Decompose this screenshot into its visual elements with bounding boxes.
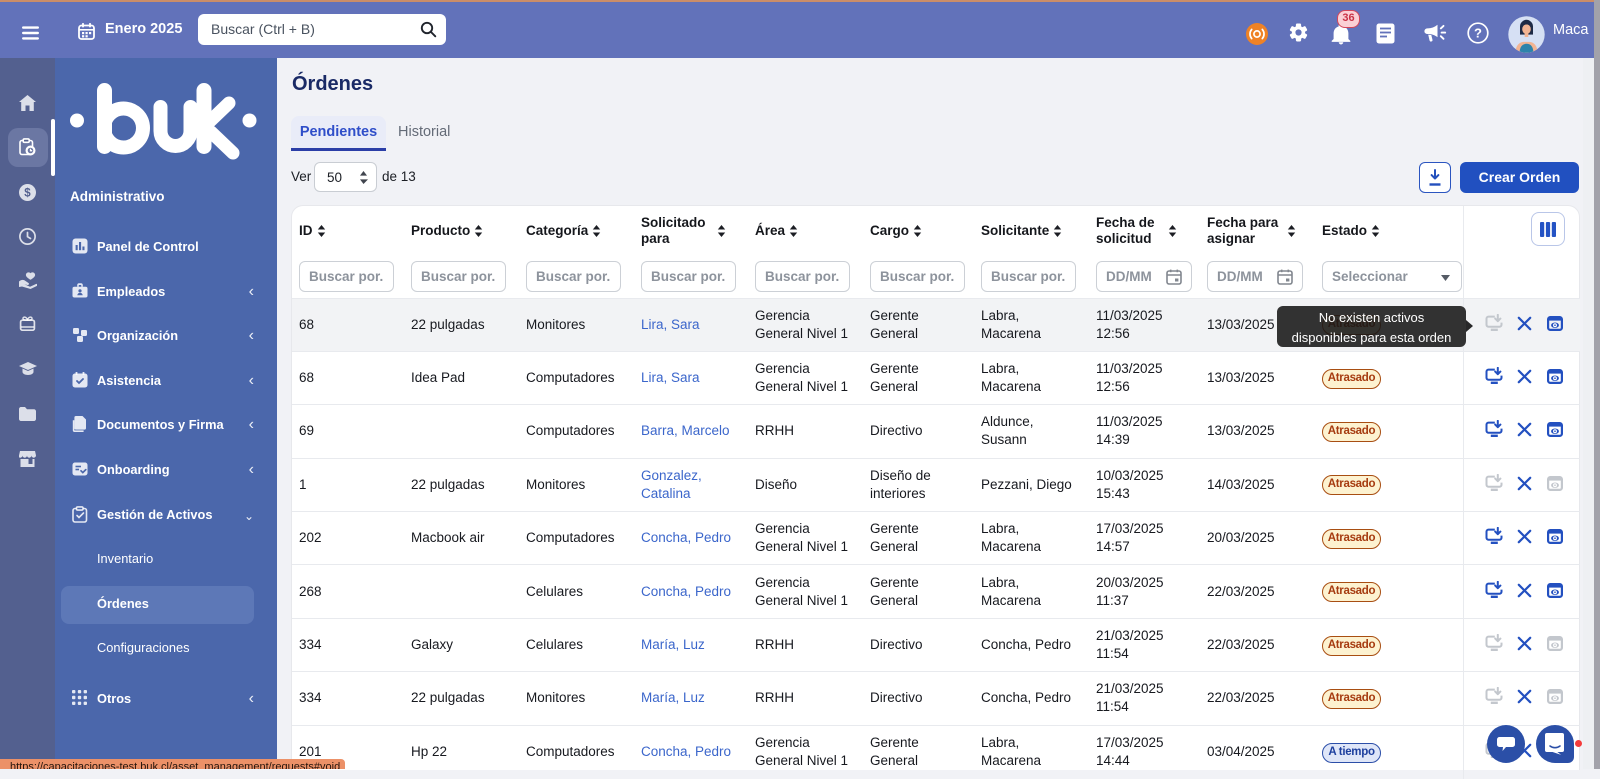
svg-text:?: ? [1474, 26, 1482, 41]
svg-text:$: $ [24, 188, 31, 200]
